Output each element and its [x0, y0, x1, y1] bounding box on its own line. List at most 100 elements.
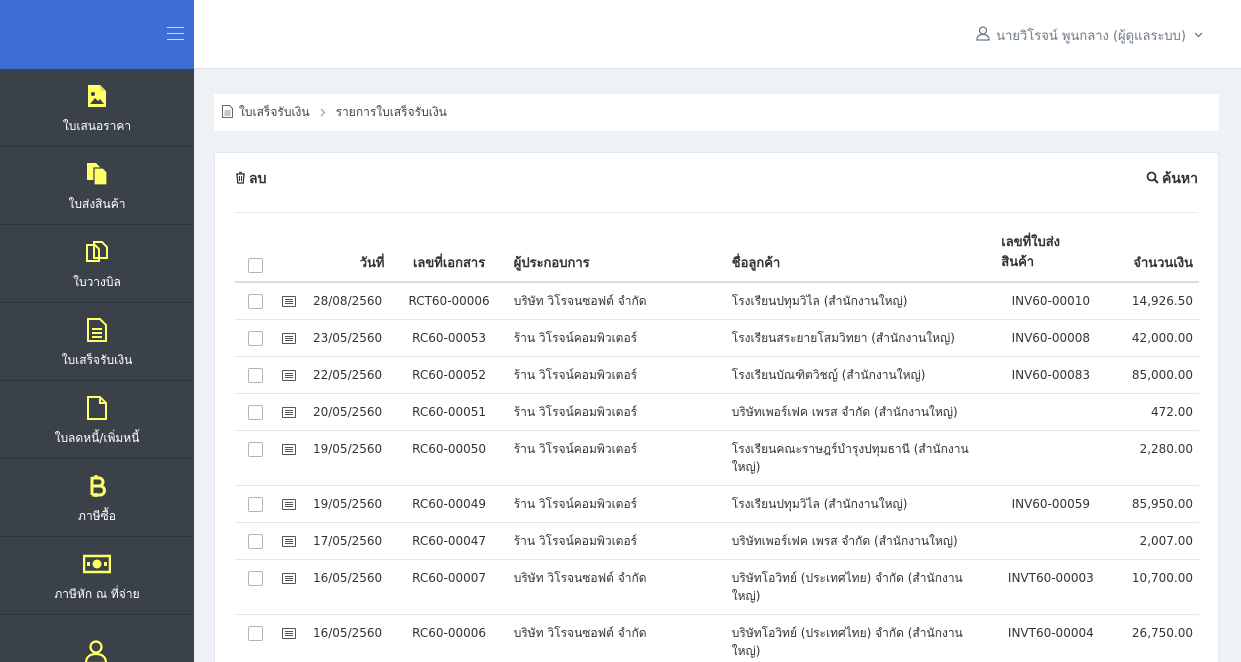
- select-all-checkbox[interactable]: [248, 258, 264, 273]
- row-amount: 26,750.00: [1106, 614, 1199, 662]
- row-checkbox[interactable]: [248, 626, 264, 641]
- row-view-cell: [276, 485, 307, 523]
- row-customer: โรงเรียนปทุมวิไล (สำนักงานใหญ่): [725, 485, 996, 523]
- row-date: 19/05/2560: [306, 430, 391, 486]
- row-doc-no: RC60-00050: [390, 430, 508, 486]
- top-bar: นายวิโรจน์ พูนกลาง (ผู้ดูแลระบบ): [194, 0, 1241, 69]
- sidebar-item-receipt[interactable]: ใบเสร็จรับเงิน: [0, 303, 194, 381]
- sidebar-item-purchase-tax[interactable]: ภาษีซื้อ: [0, 459, 194, 537]
- sidebar-item-withholding-tax[interactable]: ภาษีหัก ณ ที่จ่าย: [0, 537, 194, 615]
- row-checkbox[interactable]: [248, 497, 264, 512]
- row-vendor: บริษัท วิโรจนซอฟต์ จำกัด: [507, 559, 726, 615]
- sidebar-item-label: ภาษีซื้อ: [78, 509, 116, 523]
- row-checkbox[interactable]: [248, 405, 264, 420]
- row-invoice: [995, 393, 1107, 431]
- table-row[interactable]: 19/05/2560 RC60-00049 ร้าน วิโรจน์คอมพิวเต…: [235, 485, 1199, 523]
- sidebar-item-label: ใบวางบิล: [73, 275, 121, 289]
- header-amount[interactable]: จำนวนเงิน: [1106, 227, 1199, 283]
- row-amount: 85,000.00: [1106, 356, 1199, 394]
- header-vendor[interactable]: ผู้ประกอบการ: [507, 227, 726, 283]
- table-row[interactable]: 19/05/2560 RC60-00050 ร้าน วิโรจน์คอมพิวเต…: [235, 430, 1199, 486]
- list-alt-icon[interactable]: [282, 407, 297, 418]
- row-checkbox[interactable]: [248, 331, 264, 346]
- row-checkbox-cell: [235, 614, 277, 662]
- row-invoice: [995, 430, 1107, 486]
- row-checkbox-cell: [235, 356, 277, 394]
- row-vendor: บริษัท วิโรจนซอฟต์ จำกัด: [507, 614, 726, 662]
- sidebar-item-credit-debit-note[interactable]: ใบลดหนี้/เพิ่มหนี้: [0, 381, 194, 459]
- row-customer: โรงเรียนบัณฑิตวิชญ์ (สำนักงานใหญ่): [725, 356, 996, 394]
- row-checkbox[interactable]: [248, 571, 264, 586]
- table-row[interactable]: 23/05/2560 RC60-00053 ร้าน วิโรจน์คอมพิวเต…: [235, 319, 1199, 357]
- header-invoice[interactable]: เลขที่ใบส่ง สินค้า: [995, 227, 1107, 283]
- row-checkbox[interactable]: [248, 442, 264, 457]
- sidebar-item-delivery[interactable]: ใบส่งสินค้า: [0, 147, 194, 225]
- breadcrumb-current: รายการใบเสร็จรับเงิน: [335, 105, 447, 119]
- search-label: ค้นหา: [1161, 171, 1198, 187]
- sidebar-item-billing[interactable]: ใบวางบิล: [0, 225, 194, 303]
- file-icon: [87, 393, 107, 423]
- row-view-cell: [276, 430, 307, 486]
- receipt-table: วันที่ เลขที่เอกสาร ผู้ประกอบการ ชื่อลูก…: [235, 227, 1199, 662]
- header-invoice-line1: เลขที่ใบส่ง: [1001, 235, 1061, 250]
- row-vendor: ร้าน วิโรจน์คอมพิวเตอร์: [507, 393, 726, 431]
- row-customer: บริษัทเพอร์เฟค เพรส จำกัด (สำนักงานใหญ่): [725, 522, 996, 560]
- row-date: 28/08/2560: [306, 282, 391, 320]
- row-checkbox[interactable]: [248, 534, 264, 549]
- row-invoice: INV60-00010: [995, 282, 1107, 320]
- row-vendor: ร้าน วิโรจน์คอมพิวเตอร์: [507, 319, 726, 357]
- row-date: 19/05/2560: [306, 485, 391, 523]
- row-amount: 10,700.00: [1106, 559, 1199, 615]
- row-customer: บริษัทโอวิทย์ (ประเทศไทย) จำกัด (สำนักงา…: [725, 559, 996, 615]
- hamburger-menu-icon[interactable]: [167, 27, 184, 41]
- sidebar-item-users[interactable]: [0, 615, 194, 662]
- money-icon: [83, 549, 111, 579]
- sidebar: ใบเสนอราคา ใบส่งสินค้า ใบวางบิล ใบเสร็จร…: [0, 0, 194, 662]
- table-header-row: วันที่ เลขที่เอกสาร ผู้ประกอบการ ชื่อลูก…: [235, 227, 1199, 283]
- header-doc-no[interactable]: เลขที่เอกสาร: [390, 227, 508, 283]
- header-customer[interactable]: ชื่อลูกค้า: [725, 227, 996, 283]
- row-view-cell: [276, 614, 307, 662]
- table-row[interactable]: 20/05/2560 RC60-00051 ร้าน วิโรจน์คอมพิวเต…: [235, 393, 1199, 431]
- delete-button[interactable]: ลบ: [235, 168, 266, 190]
- row-checkbox[interactable]: [248, 368, 264, 383]
- row-customer: บริษัทเพอร์เฟค เพรส จำกัด (สำนักงานใหญ่): [725, 393, 996, 431]
- document-icon: [222, 104, 233, 121]
- user-menu[interactable]: นายวิโรจน์ พูนกลาง (ผู้ดูแลระบบ): [976, 25, 1203, 46]
- row-date: 23/05/2560: [306, 319, 391, 357]
- table-row[interactable]: 16/05/2560 RC60-00007 บริษัท วิโรจนซอฟต์ จ…: [235, 559, 1199, 615]
- select-all-cell: [235, 227, 277, 283]
- list-alt-icon[interactable]: [282, 370, 297, 381]
- list-alt-icon[interactable]: [282, 573, 297, 584]
- row-customer: โรงเรียนสระยายโสมวิทยา (สำนักงานใหญ่): [725, 319, 996, 357]
- list-alt-icon[interactable]: [282, 536, 297, 547]
- table-row[interactable]: 28/08/2560 RCT60-00006 บริษัท วิโรจนซอฟต์ …: [235, 282, 1199, 320]
- table-row[interactable]: 16/05/2560 RC60-00006 บริษัท วิโรจนซอฟต์ จ…: [235, 614, 1199, 662]
- table-row[interactable]: 17/05/2560 RC60-00047 ร้าน วิโรจน์คอมพิวเต…: [235, 522, 1199, 560]
- list-alt-icon[interactable]: [282, 296, 297, 307]
- list-alt-icon[interactable]: [282, 628, 297, 639]
- row-amount: 85,950.00: [1106, 485, 1199, 523]
- header-date[interactable]: วันที่: [306, 227, 391, 283]
- search-button[interactable]: ค้นหา: [1146, 168, 1198, 190]
- row-date: 22/05/2560: [306, 356, 391, 394]
- row-vendor: ร้าน วิโรจน์คอมพิวเตอร์: [507, 522, 726, 560]
- row-doc-no: RC60-00049: [390, 485, 508, 523]
- copy-files-icon: [85, 159, 109, 189]
- row-invoice: INV60-00059: [995, 485, 1107, 523]
- list-alt-icon[interactable]: [282, 499, 297, 510]
- trash-icon: [235, 171, 246, 188]
- list-alt-icon[interactable]: [282, 444, 297, 455]
- row-view-cell: [276, 282, 307, 320]
- brand-bar: [0, 0, 194, 69]
- list-alt-icon[interactable]: [282, 333, 297, 344]
- row-view-cell: [276, 522, 307, 560]
- row-checkbox[interactable]: [248, 294, 264, 309]
- breadcrumb-root[interactable]: ใบเสร็จรับเงิน: [239, 103, 310, 122]
- row-date: 16/05/2560: [306, 614, 391, 662]
- file-text-icon: [87, 315, 107, 345]
- sidebar-item-quotation[interactable]: ใบเสนอราคา: [0, 69, 194, 147]
- sidebar-item-label: ภาษีหัก ณ ที่จ่าย: [54, 587, 140, 601]
- table-row[interactable]: 22/05/2560 RC60-00052 ร้าน วิโรจน์คอมพิวเต…: [235, 356, 1199, 394]
- row-checkbox-cell: [235, 393, 277, 431]
